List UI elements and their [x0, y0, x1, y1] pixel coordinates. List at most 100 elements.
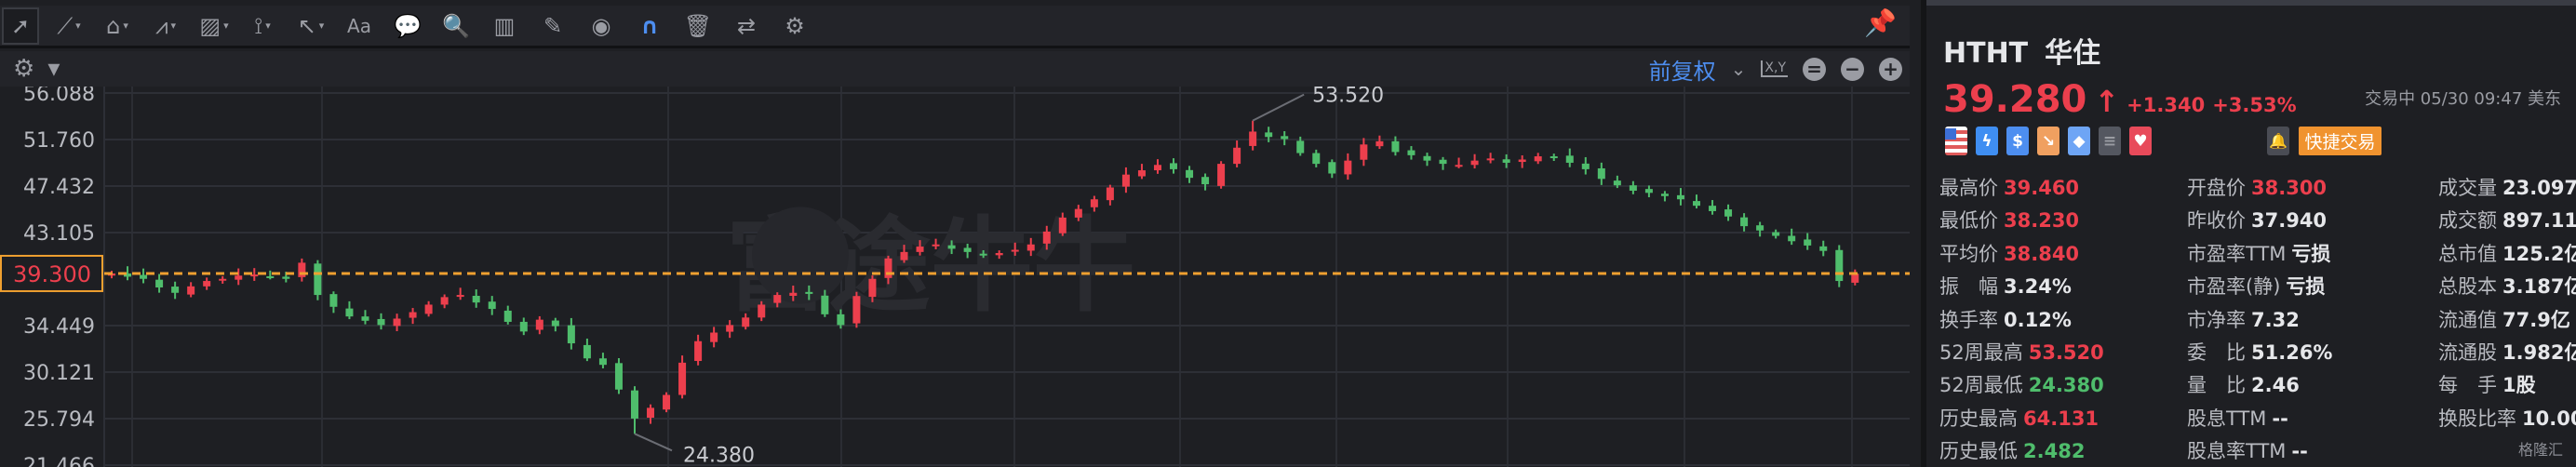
candle-body — [282, 276, 290, 279]
stat-value: -- — [2272, 407, 2288, 430]
arrow-tool[interactable]: ↖ ▾ — [292, 7, 329, 45]
measure-tool[interactable]: ⟟ ▾ — [244, 7, 281, 45]
candle-body — [1629, 185, 1637, 191]
sync-tool[interactable]: ⇄ — [728, 7, 765, 45]
note-icon[interactable]: ≡ — [2099, 127, 2121, 155]
candle-body — [1455, 165, 1463, 167]
text-tool[interactable]: Aa — [341, 7, 378, 45]
stat-5-0: 52周最高 53.520 — [1939, 338, 2104, 366]
stat-label: 股息TTM — [2187, 407, 2267, 430]
candle-body — [314, 263, 322, 296]
pin-icon[interactable]: 📌 — [1864, 7, 1897, 38]
candle-body — [947, 245, 956, 249]
candle-body — [1439, 159, 1447, 165]
candle-body — [1644, 189, 1653, 193]
wave-tool[interactable]: ⩘ ▾ — [147, 7, 184, 45]
candle-body — [298, 262, 306, 277]
cursor-tool[interactable]: ➚ — [2, 7, 39, 45]
high-annotation-label: 53.520 — [1312, 87, 1384, 108]
candle-tool[interactable]: ▥ — [486, 7, 523, 45]
trash-tool[interactable]: 🗑 — [679, 7, 717, 45]
candle-body — [1486, 158, 1495, 161]
quote-panel: HTHT 华住 39.280 ↑ +1.340 +3.53% 交易中 05/30 … — [1921, 0, 2576, 467]
stat-1-0: 最低价 38.230 — [1939, 206, 2079, 234]
stat-2-2: 总市值125.2亿••• — [2438, 239, 2576, 267]
candle-body — [710, 332, 718, 342]
candle-body — [789, 292, 798, 296]
low-annotation-label: 24.380 — [683, 444, 755, 467]
stat-label: 流通值 — [2438, 308, 2497, 331]
chevron-down-icon[interactable]: ▾ — [171, 20, 177, 32]
equal-scale-button[interactable]: = — [1803, 57, 1826, 81]
candle-body — [567, 325, 575, 344]
candle-body — [868, 278, 877, 298]
stat-value: 38.840 — [2004, 242, 2080, 265]
candle-body — [140, 274, 148, 279]
polygon-tool[interactable]: ⌂ ▾ — [99, 7, 136, 45]
tag-icon[interactable]: ◆ — [2068, 127, 2090, 155]
stat-label: 市盈率TTM — [2187, 242, 2287, 265]
us-flag-icon[interactable] — [1945, 127, 1967, 155]
bell-icon[interactable]: 🔔 — [2267, 127, 2289, 155]
chevron-down-icon[interactable]: ▾ — [223, 20, 229, 32]
stat-label: 总股本 — [2438, 275, 2497, 299]
y-tick-label: 34.449 — [23, 315, 95, 339]
chevron-down-icon[interactable]: ▾ — [265, 20, 271, 32]
candle-body — [773, 295, 782, 303]
stat-label: 流通股 — [2438, 341, 2497, 364]
line-tool[interactable]: ⟋ ▾ — [50, 7, 87, 45]
candle-body — [758, 304, 766, 318]
quick-trade-button[interactable]: 快捷交易 — [2299, 127, 2381, 155]
xy-axis-icon[interactable]: X,Y — [1761, 60, 1788, 77]
fib-tool[interactable]: ▨ ▾ — [195, 7, 233, 45]
zoom-icon: 🔍 — [442, 12, 470, 39]
short-sell-icon[interactable]: ↘ — [2037, 127, 2059, 155]
price-block: 39.280 ↑ +1.340 +3.53% — [1943, 78, 2297, 121]
candle-body — [1502, 159, 1510, 163]
pen-tool[interactable]: ✎ — [534, 7, 571, 45]
candle-body — [1550, 156, 1558, 159]
candle-body — [535, 319, 543, 330]
sync-icon: ⇄ — [736, 12, 757, 39]
y-tick-label: 30.121 — [23, 362, 95, 385]
chevron-down-icon[interactable]: ▾ — [75, 20, 81, 32]
candle-body — [1153, 165, 1161, 171]
adjust-mode-select[interactable]: 前复权 — [1649, 53, 1716, 86]
zoom-out-button[interactable]: − — [1841, 57, 1864, 81]
dropdown-icon[interactable]: ▾ — [47, 55, 60, 83]
line-icon: ⟋ — [57, 12, 74, 39]
stat-value: 53.520 — [2028, 341, 2104, 364]
zoom-tool[interactable]: 🔍 — [437, 7, 475, 45]
candle-body — [1249, 131, 1257, 146]
candle-body — [598, 358, 607, 366]
magnet-tool[interactable]: ∩ — [631, 7, 668, 45]
visibility-tool[interactable]: ◉ — [583, 7, 620, 45]
candle-body — [1676, 194, 1684, 200]
candle-body — [424, 304, 433, 314]
candle-body — [663, 394, 671, 410]
measure-icon: ⟟ — [254, 12, 263, 39]
candle-icon: ▥ — [493, 12, 516, 39]
settings-icon[interactable]: ⚙ — [13, 55, 34, 83]
dollar-icon[interactable]: $ — [2006, 127, 2029, 155]
level2-icon[interactable]: ϟ — [1976, 127, 1998, 155]
candle-body — [329, 294, 338, 307]
candle-body — [1581, 163, 1590, 169]
candle-body — [1090, 199, 1098, 207]
fib-icon: ▨ — [199, 12, 221, 39]
stat-0-1: 开盘价 38.300 — [2187, 173, 2327, 201]
chevron-down-icon[interactable]: ⌄ — [1731, 58, 1747, 80]
heart-icon[interactable]: ♥ — [2129, 127, 2152, 155]
stat-label: 52周最低 — [1939, 374, 2023, 397]
stat-label: 最低价 — [1939, 209, 1998, 233]
zoom-in-button[interactable]: + — [1879, 57, 1902, 81]
chevron-down-icon[interactable]: ▾ — [319, 20, 325, 32]
chevron-down-icon[interactable]: ▾ — [123, 20, 128, 32]
stat-3-1: 市盈率(静) 亏损 — [2187, 272, 2325, 300]
stat-value: 51.26% — [2251, 341, 2333, 364]
candle-body — [583, 344, 591, 359]
comment-tool[interactable]: 💬 — [389, 7, 426, 45]
candlestick-chart[interactable]: 56.088 51.760 47.432 43.105 34.449 30.121 25.7… — [0, 87, 1910, 467]
stat-1-1: 昨收价 37.940 — [2187, 206, 2327, 234]
settings-tool[interactable]: ⚙ — [776, 7, 813, 45]
